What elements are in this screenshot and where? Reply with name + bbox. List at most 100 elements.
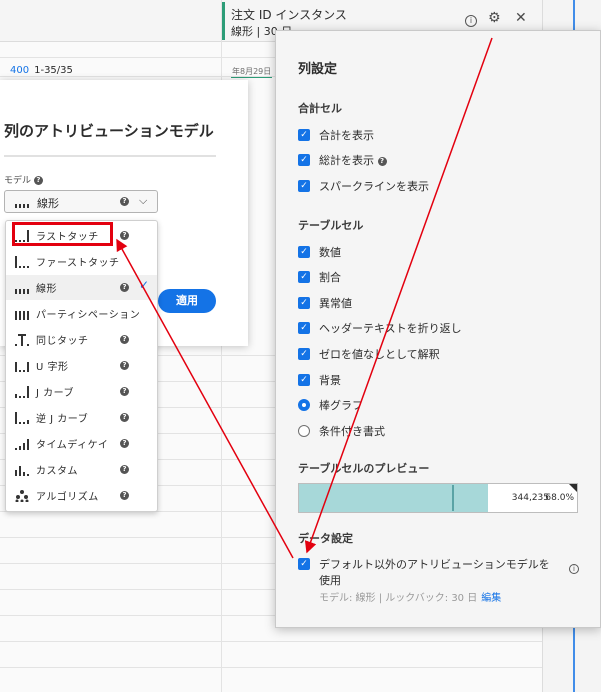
- help-icon[interactable]: ?: [120, 413, 129, 422]
- checkbox-checked[interactable]: ✓: [298, 348, 310, 360]
- data-settings-section-heading: データ設定: [298, 532, 353, 545]
- dropdown-item-label: パーティシペーション: [36, 310, 141, 321]
- model-select[interactable]: 線形 ? ⌵: [4, 190, 158, 213]
- apply-button[interactable]: 適用: [158, 289, 216, 313]
- checkbox-label: スパークラインを表示: [319, 180, 429, 193]
- preview-bar-marker: [452, 485, 454, 511]
- linear-icon: [15, 198, 29, 211]
- dropdown-item-algorithmic[interactable]: アルゴリズム ?: [6, 483, 157, 508]
- edit-link[interactable]: 編集: [481, 593, 501, 604]
- radio-label: 条件付き書式: [319, 425, 385, 438]
- radio-unselected[interactable]: [298, 425, 310, 437]
- dropdown-item-label: タイムディケイ: [36, 440, 109, 451]
- model-label-text: モデル: [4, 176, 32, 186]
- highlight-box: [12, 222, 113, 246]
- help-icon[interactable]: ?: [377, 156, 387, 166]
- cell-preview: 344,235 68.0%: [298, 483, 578, 513]
- dropdown-item-label: アルゴリズム: [36, 492, 99, 503]
- radio-label: 棒グラフ: [319, 399, 363, 412]
- checkbox-label-text: 総計を表示: [319, 154, 374, 167]
- dropdown-item-label: 線形: [36, 284, 57, 295]
- checkbox-label: 異常値: [319, 297, 352, 310]
- checkbox-checked[interactable]: ✓: [298, 246, 310, 258]
- panel-title: 列設定: [298, 62, 338, 77]
- first-touch-icon: [15, 256, 29, 268]
- dialog-title: 列のアトリビューションモデル: [4, 122, 214, 140]
- checkbox-checked[interactable]: ✓: [298, 129, 310, 141]
- checkbox-checked[interactable]: ✓: [298, 154, 310, 166]
- info-icon[interactable]: i: [465, 15, 477, 27]
- dropdown-item-label: 同じタッチ: [36, 336, 89, 347]
- algorithmic-icon: [15, 490, 29, 503]
- preview-value: 344,235: [511, 493, 549, 503]
- dropdown-item-custom[interactable]: カスタム ?: [6, 457, 157, 482]
- checkbox-label: 総計を表示 ?: [319, 152, 387, 168]
- help-icon[interactable]: ?: [120, 387, 129, 396]
- table-divider: [0, 641, 601, 642]
- dropdown-item-first-touch[interactable]: ファーストタッチ: [6, 249, 157, 274]
- dropdown-item-same-touch[interactable]: 同じタッチ ?: [6, 327, 157, 352]
- linear-icon: [15, 282, 29, 294]
- checkbox-label: 数値: [319, 246, 341, 259]
- info-icon[interactable]: i: [569, 564, 579, 574]
- dropdown-item-inverse-j[interactable]: 逆 J カーブ ?: [6, 405, 157, 430]
- dropdown-item-time-decay[interactable]: タイムディケイ ?: [6, 431, 157, 456]
- dialog-divider: [4, 155, 216, 157]
- same-touch-icon: [15, 334, 29, 346]
- custom-icon: [15, 464, 29, 476]
- dropdown-item-label: 逆 J カーブ: [36, 414, 89, 425]
- column-title[interactable]: 注文 ID インスタンス: [231, 6, 347, 23]
- radio-selected[interactable]: [298, 399, 310, 411]
- chevron-down-icon: ⌵: [139, 194, 148, 207]
- help-icon[interactable]: ?: [120, 439, 129, 448]
- time-decay-icon: [15, 438, 29, 450]
- help-icon[interactable]: ?: [120, 335, 129, 344]
- checkbox-label-line1: デフォルト以外のアトリビューションモデルを: [319, 558, 550, 571]
- row-count-number: 400: [10, 65, 30, 76]
- dropdown-item-participation[interactable]: パーティシペーション: [6, 301, 157, 326]
- help-icon[interactable]: ?: [33, 176, 43, 185]
- dropdown-item-label: U 字形: [36, 362, 69, 373]
- table-divider: [0, 667, 601, 668]
- checkbox-checked[interactable]: ✓: [298, 180, 310, 192]
- help-icon[interactable]: ?: [120, 197, 129, 206]
- checkbox-label: ゼロを値なしとして解釈: [319, 348, 440, 361]
- inverse-j-icon: [15, 412, 29, 424]
- row-count-range: 1-35/35: [34, 65, 73, 76]
- dropdown-item-u-shaped[interactable]: U 字形 ?: [6, 353, 157, 378]
- row-count: 400 1-35/35: [10, 65, 73, 76]
- checkbox-checked[interactable]: ✓: [298, 374, 310, 386]
- checkbox-label: 割合: [319, 271, 341, 284]
- checkbox-label-line2: 使用: [319, 574, 341, 587]
- attribution-model-summary: モデル: 線形 | ルックバック: 30 日編集: [319, 589, 501, 604]
- help-icon[interactable]: ?: [120, 491, 129, 500]
- checkmark-icon: ✓: [139, 278, 150, 292]
- dropdown-item-linear[interactable]: 線形 ? ✓: [6, 275, 157, 300]
- checkbox-checked[interactable]: ✓: [298, 271, 310, 283]
- column-settings-panel: 列設定 合計セル ✓ 合計を表示 ✓ 総計を表示 ? ✓ スパークラインを表示 …: [275, 30, 601, 628]
- model-info-text: モデル: 線形 | ルックバック: 30 日: [319, 593, 478, 604]
- participation-icon: [15, 308, 29, 320]
- dropdown-item-label: カスタム: [36, 466, 78, 477]
- dropdown-item-j-curve[interactable]: J カーブ ?: [6, 379, 157, 404]
- help-icon[interactable]: ?: [120, 283, 129, 292]
- help-icon[interactable]: ?: [120, 465, 129, 474]
- checkbox-label: 背景: [319, 374, 341, 387]
- j-curve-icon: [15, 386, 29, 398]
- close-icon[interactable]: ✕: [515, 10, 527, 26]
- preview-corner-marker: [569, 484, 577, 492]
- checkbox-checked[interactable]: ✓: [298, 297, 310, 309]
- dropdown-item-label: ファーストタッチ: [36, 258, 120, 269]
- preview-bar-fill: [299, 484, 489, 512]
- gear-icon[interactable]: ⚙: [488, 10, 501, 26]
- table-cells-section-heading: テーブルセル: [298, 219, 364, 232]
- checkbox-label: 合計を表示: [319, 129, 374, 142]
- model-dropdown-list: ラストタッチ ? ファーストタッチ 線形 ? ✓ パーティシペーション 同じタッ…: [5, 220, 158, 512]
- help-icon[interactable]: ?: [120, 231, 129, 240]
- help-icon[interactable]: ?: [120, 361, 129, 370]
- column-color-bar: [222, 2, 225, 40]
- preview-percent: 68.0%: [545, 493, 574, 503]
- checkbox-checked[interactable]: ✓: [298, 558, 310, 570]
- model-label: モデル ?: [4, 173, 43, 186]
- checkbox-checked[interactable]: ✓: [298, 322, 310, 334]
